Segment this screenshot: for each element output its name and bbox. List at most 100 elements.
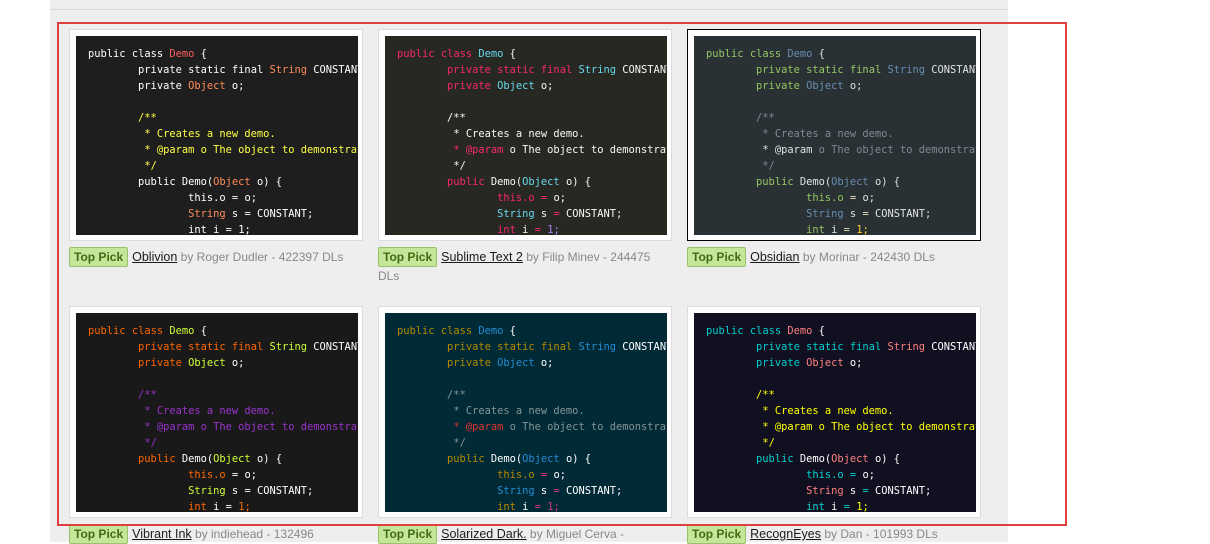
code-identifier: i: [522, 224, 529, 235]
code-preview: public class Demo { private static final…: [76, 313, 358, 512]
code-brace: {: [200, 48, 207, 60]
code-preview: public class Demo { private static final…: [694, 36, 976, 235]
code-identifier: i: [213, 224, 220, 235]
by-label: by: [529, 527, 546, 541]
code-property: .o: [522, 192, 535, 204]
code-keyword: public: [706, 325, 744, 337]
code-comment: * Creates a new demo.: [144, 128, 276, 140]
code-comment: o The object to demonstrate.: [200, 421, 358, 433]
code-identifier: i: [213, 501, 220, 512]
code-comment-tag: * @param: [453, 144, 504, 156]
theme-name-link[interactable]: Vibrant Ink: [132, 527, 192, 541]
top-pick-badge: Top Pick: [687, 247, 747, 267]
theme-name-link[interactable]: Solarized Dark.: [441, 527, 526, 541]
code-operator: =: [225, 224, 232, 235]
code-brace: {: [509, 325, 516, 337]
theme-preview-thumbnail[interactable]: public class Demo { private static final…: [687, 306, 981, 518]
code-brace: {: [818, 48, 825, 60]
code-identifier: o;: [862, 469, 875, 481]
code-identifier: CONSTANT;: [565, 208, 623, 220]
code-identifier: i: [831, 501, 838, 512]
code-identifier: Demo(: [490, 176, 523, 188]
code-identifier: s: [231, 208, 239, 220]
theme-preview-thumbnail[interactable]: public class Demo { private static final…: [69, 29, 363, 241]
code-identifier: s: [849, 485, 857, 497]
code-keyword: public: [447, 453, 485, 465]
code-comment: o The object to demonstrate.: [818, 144, 976, 156]
code-keyword: class: [749, 48, 782, 60]
code-type: Object: [188, 357, 226, 369]
code-keyword: private: [756, 64, 800, 76]
top-pick-badge: Top Pick: [69, 524, 129, 544]
theme-meta: Top Pick RecognEyes by Dan - 101993 DLs: [687, 524, 981, 544]
code-comment: * Creates a new demo.: [762, 128, 894, 140]
theme-author: Roger Dudler: [196, 250, 269, 264]
code-keyword: private: [447, 80, 491, 92]
theme-name-link[interactable]: RecognEyes: [750, 527, 821, 541]
code-comment: */: [453, 437, 466, 449]
code-preview: public class Demo { private static final…: [385, 313, 667, 512]
theme-name-link[interactable]: Obsidian: [750, 250, 799, 264]
theme-name-link[interactable]: Sublime Text 2: [441, 250, 523, 264]
top-pick-badge: Top Pick: [687, 524, 747, 544]
code-type: String: [497, 208, 535, 220]
code-keyword: private: [756, 80, 800, 92]
code-identifier: o) {: [565, 176, 591, 188]
code-operator: =: [849, 469, 857, 481]
code-operator: =: [849, 192, 857, 204]
theme-preview-thumbnail[interactable]: public class Demo { private static final…: [378, 306, 672, 518]
code-keyword: this: [806, 469, 832, 481]
code-operator: =: [553, 485, 560, 497]
code-identifier: o;: [540, 357, 554, 369]
code-type: Object: [806, 80, 844, 92]
code-number: 1;: [238, 224, 251, 235]
theme-meta: Top Pick Oblivion by Roger Dudler - 42239…: [69, 247, 363, 267]
theme-author: Dan: [840, 527, 863, 541]
top-pick-badge: Top Pick: [378, 247, 438, 267]
theme-preview-thumbnail[interactable]: public class Demo { private static final…: [378, 29, 672, 241]
code-identifier: o;: [231, 357, 245, 369]
code-class-name: Demo: [169, 48, 195, 60]
code-type: Object: [497, 357, 535, 369]
code-identifier: o;: [862, 192, 875, 204]
code-identifier: o;: [244, 192, 257, 204]
code-property: .o: [213, 192, 226, 204]
code-type: String: [578, 341, 617, 353]
code-identifier: CONSTANT: [622, 64, 667, 76]
code-class-name: Demo: [169, 325, 195, 337]
code-comment: /**: [447, 112, 466, 124]
theme-preview-thumbnail[interactable]: public class Demo { private static final…: [69, 306, 363, 518]
code-property: .o: [522, 469, 535, 481]
code-brace: {: [509, 48, 516, 60]
code-identifier: o;: [849, 357, 863, 369]
code-comment-tag: * @param: [453, 421, 504, 433]
code-comment: o The object to demonstrate.: [200, 144, 358, 156]
panel-divider: [50, 9, 1008, 10]
code-keyword: private: [447, 357, 491, 369]
code-identifier: o;: [553, 469, 566, 481]
code-keyword: private: [138, 80, 182, 92]
code-brace: {: [818, 325, 825, 337]
code-comment-tag: * @param: [144, 421, 195, 433]
code-type: Object: [213, 453, 251, 465]
code-identifier: s: [540, 208, 548, 220]
code-identifier: o) {: [256, 176, 282, 188]
code-type: Object: [497, 80, 535, 92]
theme-meta: Top Pick Vibrant Ink by indiehead - 13249…: [69, 524, 363, 544]
theme-name-link[interactable]: Oblivion: [132, 250, 177, 264]
code-number: 1;: [856, 224, 869, 235]
by-label: by: [180, 250, 197, 264]
code-keyword: final: [540, 64, 573, 76]
code-operator: =: [843, 501, 850, 512]
theme-preview-thumbnail[interactable]: public class Demo { private static final…: [687, 29, 981, 241]
code-identifier: Demo(: [799, 453, 832, 465]
code-identifier: Demo(: [181, 453, 214, 465]
code-keyword: static: [497, 341, 535, 353]
code-class-name: Demo: [478, 48, 504, 60]
code-keyword: final: [231, 64, 264, 76]
code-keyword: static: [806, 64, 844, 76]
code-keyword: this: [188, 192, 214, 204]
code-type: String: [806, 208, 844, 220]
code-comment: /**: [138, 112, 157, 124]
code-identifier: s: [540, 485, 548, 497]
